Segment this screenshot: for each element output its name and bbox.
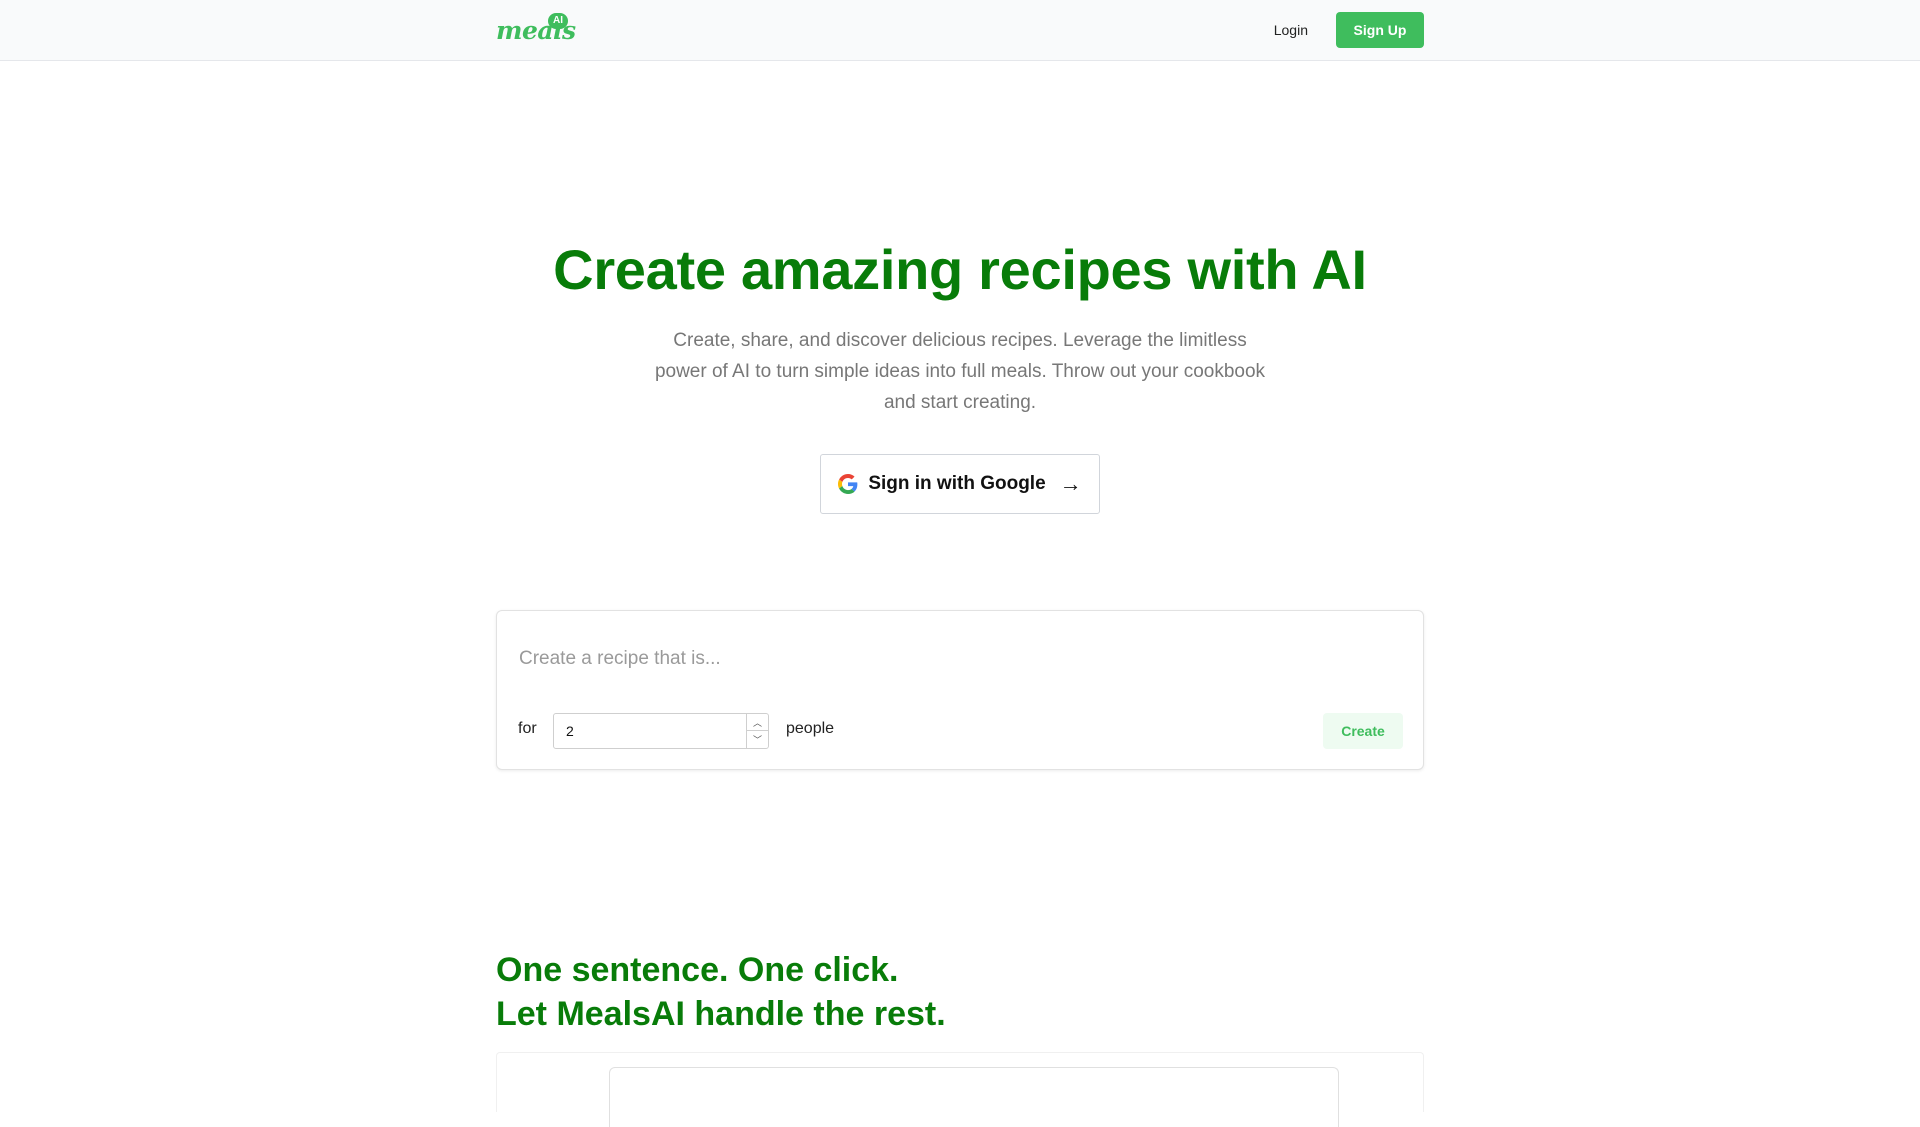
hero-subtitle: Create, share, and discover delicious re… bbox=[654, 330, 1266, 413]
login-link[interactable]: Login bbox=[1274, 22, 1308, 38]
servings-number-input[interactable]: 2 ︿ ﹀ bbox=[553, 713, 769, 749]
servings-stepper: ︿ ﹀ bbox=[746, 714, 768, 748]
feature-preview-inner bbox=[609, 1067, 1339, 1127]
navbar-inner: meals AI Login Sign Up bbox=[496, 0, 1424, 60]
for-label: for bbox=[518, 720, 537, 737]
logo[interactable]: meals AI bbox=[496, 12, 576, 48]
feature-heading: One sentence. One click. Let MealsAI han… bbox=[496, 948, 1424, 1036]
chevron-down-icon[interactable]: ﹀ bbox=[747, 731, 768, 748]
recipe-prompt-input[interactable] bbox=[519, 643, 1399, 675]
chevron-up-icon[interactable]: ︿ bbox=[747, 714, 768, 731]
google-icon bbox=[838, 474, 858, 494]
google-signin-button[interactable]: Sign in with Google → bbox=[820, 454, 1100, 514]
arrow-right-icon: → bbox=[1059, 471, 1082, 496]
recipe-creator-card: for 2 ︿ ﹀ people Create bbox=[496, 610, 1424, 770]
people-label: people bbox=[786, 720, 835, 737]
hero-title: Create amazing recipes with AI bbox=[553, 238, 1367, 301]
navbar: meals AI Login Sign Up bbox=[0, 0, 1920, 61]
create-recipe-button[interactable]: Create bbox=[1323, 713, 1403, 749]
feature-preview-frame bbox=[496, 1052, 1424, 1127]
feature-heading-line2: Let MealsAI handle the rest. bbox=[496, 995, 946, 1033]
nav-actions: Login Sign Up bbox=[1274, 12, 1424, 48]
servings-value: 2 bbox=[566, 723, 574, 739]
logo-ai-badge: AI bbox=[548, 13, 568, 29]
signup-button[interactable]: Sign Up bbox=[1336, 12, 1424, 48]
google-signin-label: Sign in with Google bbox=[868, 473, 1046, 494]
feature-heading-line1: One sentence. One click. bbox=[496, 951, 899, 989]
